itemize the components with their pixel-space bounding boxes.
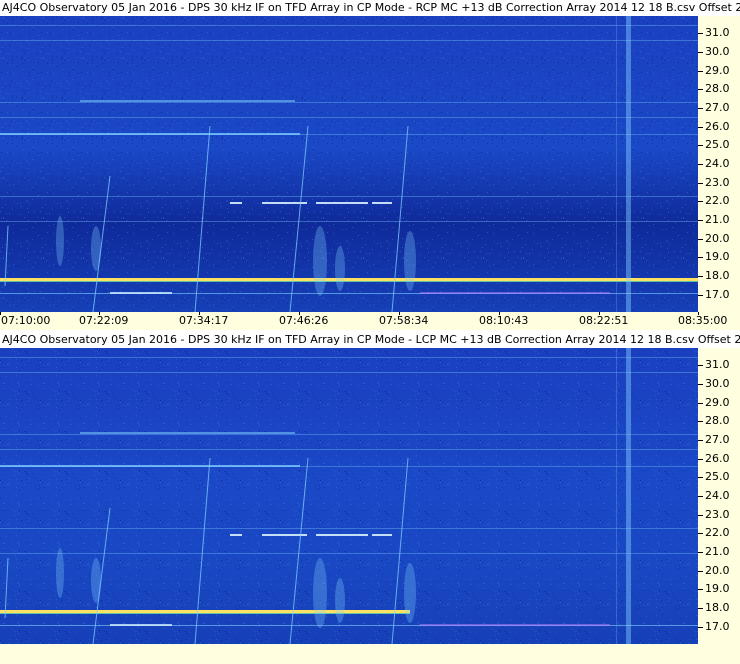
freq-label: 26.0	[705, 120, 730, 133]
carrier-segment	[230, 202, 242, 204]
vertical-interference	[626, 16, 631, 312]
freq-label: 29.0	[705, 396, 730, 409]
interference-band	[0, 465, 300, 467]
freq-label: 27.0	[705, 433, 730, 446]
freq-label: 24.0	[705, 157, 730, 170]
strong-carrier	[0, 278, 698, 281]
time-label: 07:46:26	[279, 314, 329, 327]
strong-carrier	[0, 610, 410, 613]
interference-band	[0, 40, 698, 41]
time-label: 08:10:43	[479, 314, 529, 327]
time-label: 07:58:34	[379, 314, 429, 327]
interference-band	[0, 528, 698, 529]
emission-burst	[313, 558, 327, 628]
freq-label: 17.0	[705, 620, 730, 633]
freq-label: 22.0	[705, 194, 730, 207]
interference-band	[0, 196, 698, 197]
time-label: 07:22:09	[79, 314, 129, 327]
emission-burst	[335, 578, 345, 623]
lcp-spectrogram	[0, 348, 698, 644]
freq-label: 21.0	[705, 545, 730, 558]
emission-burst	[56, 216, 64, 266]
freq-label: 17.0	[705, 288, 730, 301]
time-label: 07:34:17	[179, 314, 229, 327]
freq-label: 28.0	[705, 414, 730, 427]
lcp-frequency-axis: 31.0 30.0 29.0 28.0 27.0 26.0 25.0 24.0 …	[698, 348, 740, 644]
carrier-segment	[316, 202, 368, 204]
rcp-spectrogram	[0, 16, 698, 312]
interference-band	[0, 357, 698, 358]
time-label: 08:35:00	[678, 314, 728, 327]
rcp-panel: AJ4CO Observatory 05 Jan 2016 - DPS 30 k…	[0, 0, 740, 330]
carrier-segment	[230, 534, 242, 536]
freq-label: 22.0	[705, 526, 730, 539]
freq-label: 25.0	[705, 138, 730, 151]
freq-label: 18.0	[705, 269, 730, 282]
emission-burst	[91, 558, 101, 603]
lcp-panel-title: AJ4CO Observatory 05 Jan 2016 - DPS 30 k…	[0, 332, 740, 348]
freq-label: 18.0	[705, 601, 730, 614]
freq-label: 30.0	[705, 45, 730, 58]
interference-band	[0, 372, 698, 373]
freq-label: 20.0	[705, 564, 730, 577]
freq-label: 19.0	[705, 250, 730, 263]
freq-label: 31.0	[705, 26, 730, 39]
emission-burst	[404, 231, 416, 291]
interference-band	[0, 133, 300, 135]
freq-label: 25.0	[705, 470, 730, 483]
carrier-segment	[372, 202, 392, 204]
time-label: 08:22:51	[579, 314, 629, 327]
rcp-frequency-axis: 31.0 30.0 29.0 28.0 27.0 26.0 25.0 24.0 …	[698, 16, 740, 312]
interference-band	[0, 434, 698, 435]
freq-label: 23.0	[705, 508, 730, 521]
emission-burst	[335, 246, 345, 291]
freq-label: 27.0	[705, 101, 730, 114]
time-label: 07:10:00	[1, 314, 51, 327]
lcp-panel: AJ4CO Observatory 05 Jan 2016 - DPS 30 k…	[0, 332, 740, 664]
lcp-time-axis	[0, 644, 740, 664]
freq-label: 24.0	[705, 489, 730, 502]
freq-label: 19.0	[705, 582, 730, 595]
emission-burst	[313, 226, 327, 296]
carrier-segment	[316, 534, 368, 536]
interference-band	[0, 102, 698, 103]
interference-band	[80, 100, 295, 102]
interference-band	[80, 432, 295, 434]
rcp-time-axis: 07:10:00 07:22:09 07:34:17 07:46:26 07:5…	[0, 312, 740, 330]
freq-label: 23.0	[705, 176, 730, 189]
emission-burst	[404, 563, 416, 623]
emission-burst	[56, 548, 64, 598]
freq-label: 28.0	[705, 82, 730, 95]
freq-label: 21.0	[705, 213, 730, 226]
interference-band	[0, 449, 698, 450]
carrier-segment	[372, 534, 392, 536]
interference-band	[0, 117, 698, 118]
freq-label: 26.0	[705, 452, 730, 465]
emission-burst	[91, 226, 101, 271]
interference-band	[0, 25, 698, 26]
freq-label: 31.0	[705, 358, 730, 371]
rcp-panel-title: AJ4CO Observatory 05 Jan 2016 - DPS 30 k…	[0, 0, 740, 16]
freq-label: 29.0	[705, 64, 730, 77]
freq-label: 30.0	[705, 377, 730, 390]
vertical-interference	[626, 348, 631, 644]
freq-label: 20.0	[705, 232, 730, 245]
